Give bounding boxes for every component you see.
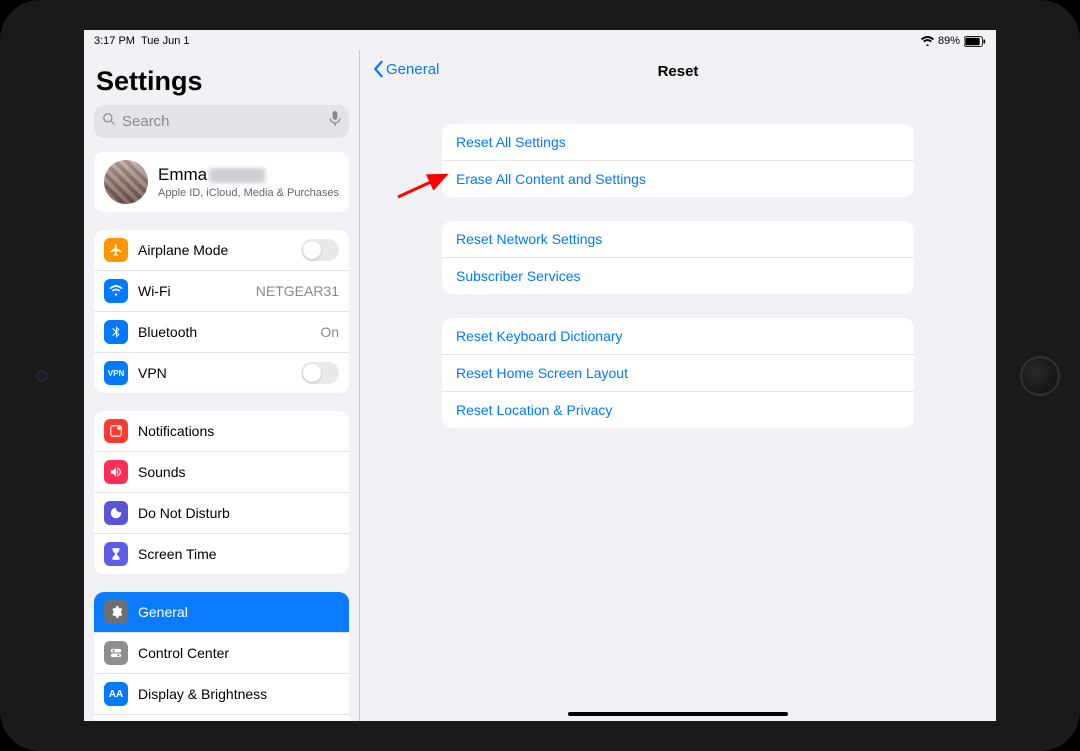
battery-icon (964, 36, 986, 47)
sidebar-item-value: NETGEAR31 (256, 283, 339, 299)
sidebar-item-control-center[interactable]: Control Center (94, 632, 349, 673)
reset-group-2: Reset Network Settings Subscriber Servic… (442, 221, 914, 294)
chevron-left-icon (372, 60, 384, 78)
profile-card[interactable]: Emma Apple ID, iCloud, Media & Purchases (94, 152, 349, 212)
hourglass-icon (104, 542, 128, 566)
sidebar-item-label: Display & Brightness (138, 686, 339, 702)
speaker-icon (104, 460, 128, 484)
detail-body: Reset All Settings Erase All Content and… (360, 92, 996, 436)
sidebar-item-label: Screen Time (138, 546, 339, 562)
reset-keyboard-dictionary[interactable]: Reset Keyboard Dictionary (442, 318, 914, 354)
sidebar-item-wifi[interactable]: Wi-Fi NETGEAR31 (94, 270, 349, 311)
sidebar-item-general[interactable]: General (94, 592, 349, 632)
sidebar-item-label: General (138, 604, 339, 620)
sidebar-item-label: Do Not Disturb (138, 505, 339, 521)
detail-pane: General Reset Reset All Settings Erase A… (360, 50, 996, 721)
connectivity-group: Airplane Mode Wi-Fi NETGEAR31 (94, 230, 349, 393)
erase-all-content-and-settings[interactable]: Erase All Content and Settings (442, 160, 914, 197)
detail-title: Reset (658, 63, 699, 80)
sidebar-item-label: Sounds (138, 464, 339, 480)
reset-location-privacy[interactable]: Reset Location & Privacy (442, 391, 914, 428)
sidebar-item-label: VPN (138, 365, 301, 381)
toggle-switch[interactable] (301, 239, 339, 261)
bluetooth-icon (104, 320, 128, 344)
bell-icon (104, 419, 128, 443)
settings-sidebar[interactable]: Settings Search (84, 50, 360, 721)
reset-group-1: Reset All Settings Erase All Content and… (442, 124, 914, 197)
sidebar-item-label: Control Center (138, 645, 339, 661)
wifi-icon (104, 279, 128, 303)
mic-icon[interactable] (329, 111, 341, 132)
search-icon (102, 112, 116, 131)
sidebar-item-label: Airplane Mode (138, 242, 301, 258)
camera-dot (38, 372, 46, 380)
sidebar-item-sounds[interactable]: Sounds (94, 451, 349, 492)
gear-icon (104, 600, 128, 624)
sidebar-item-value: On (320, 324, 339, 340)
sidebar-item-do-not-disturb[interactable]: Do Not Disturb (94, 492, 349, 533)
subscriber-services[interactable]: Subscriber Services (442, 257, 914, 294)
avatar (104, 160, 148, 204)
status-bar: 3:17 PM Tue Jun 1 89% (84, 30, 996, 50)
sidebar-item-bluetooth[interactable]: Bluetooth On (94, 311, 349, 352)
general-group: General Control Center AA Display & Brig… (94, 592, 349, 721)
screen: 3:17 PM Tue Jun 1 89% Settings (84, 30, 996, 721)
profile-subtitle: Apple ID, iCloud, Media & Purchases (158, 187, 339, 199)
moon-icon (104, 501, 128, 525)
aa-icon: AA (104, 682, 128, 706)
vpn-icon: VPN (104, 361, 128, 385)
reset-home-screen-layout[interactable]: Reset Home Screen Layout (442, 354, 914, 391)
wifi-status-icon (921, 36, 934, 46)
settings-title: Settings (96, 66, 347, 97)
search-field[interactable]: Search (94, 105, 349, 138)
status-date: Tue Jun 1 (141, 35, 190, 47)
back-button[interactable]: General (372, 60, 439, 78)
detail-navbar: General Reset (360, 50, 996, 92)
sidebar-item-display-brightness[interactable]: AA Display & Brightness (94, 673, 349, 714)
sidebar-item-label: Notifications (138, 423, 339, 439)
sidebar-item-home-screen-dock[interactable]: Home Screen & Dock (94, 714, 349, 721)
profile-name: Emma (158, 165, 339, 185)
sidebar-item-notifications[interactable]: Notifications (94, 411, 349, 451)
reset-all-settings[interactable]: Reset All Settings (442, 124, 914, 160)
status-time: 3:17 PM (94, 35, 135, 47)
redacted-surname (209, 168, 265, 183)
sidebar-item-screen-time[interactable]: Screen Time (94, 533, 349, 574)
sidebar-item-vpn[interactable]: VPN VPN (94, 352, 349, 393)
search-placeholder: Search (122, 113, 329, 130)
sidebar-item-label: Bluetooth (138, 324, 320, 340)
sidebar-item-airplane-mode[interactable]: Airplane Mode (94, 230, 349, 270)
toggle-switch[interactable] (301, 362, 339, 384)
airplane-icon (104, 238, 128, 262)
switches-icon (104, 641, 128, 665)
home-indicator[interactable] (568, 712, 788, 716)
reset-network-settings[interactable]: Reset Network Settings (442, 221, 914, 257)
back-button-label: General (386, 61, 439, 78)
reset-group-3: Reset Keyboard Dictionary Reset Home Scr… (442, 318, 914, 428)
battery-percent: 89% (938, 35, 960, 47)
alerts-group: Notifications Sounds Do Not Disturb (94, 411, 349, 574)
ipad-frame: 3:17 PM Tue Jun 1 89% Settings (0, 0, 1080, 751)
home-button[interactable] (1020, 356, 1060, 396)
sidebar-item-label: Wi-Fi (138, 283, 256, 299)
